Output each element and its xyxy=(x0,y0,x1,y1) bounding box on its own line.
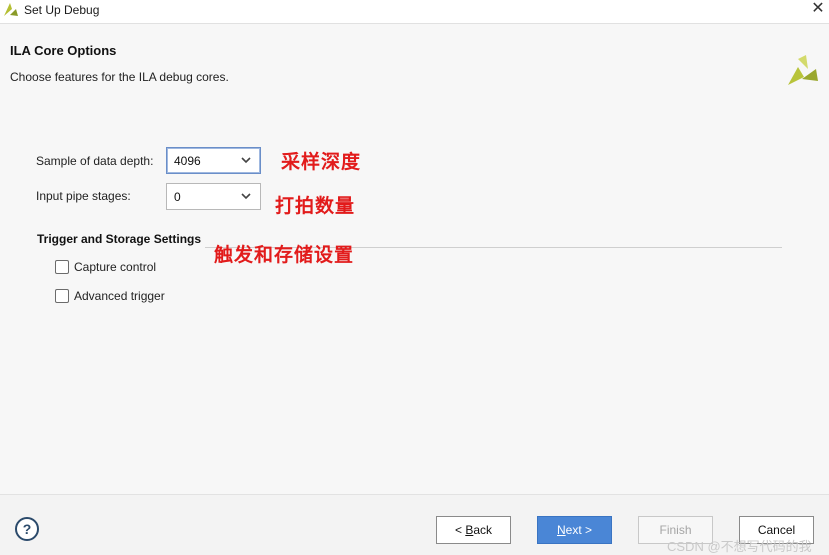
watermark: CSDN @不想写代码的我 xyxy=(667,539,812,554)
next-rest: ext > xyxy=(565,523,593,537)
xilinx-logo-icon xyxy=(786,55,820,90)
pipe-stages-label: Input pipe stages: xyxy=(36,189,131,203)
back-rest: ack xyxy=(473,523,493,537)
back-prefix: < xyxy=(454,523,466,537)
sample-depth-select[interactable]: 4096 xyxy=(166,147,261,174)
chevron-down-icon xyxy=(240,152,252,171)
advanced-trigger-label: Advanced trigger xyxy=(74,289,165,303)
back-button[interactable]: < Back xyxy=(436,516,511,544)
sample-depth-annotation: 采样深度 xyxy=(281,151,362,173)
page-title: ILA Core Options xyxy=(10,43,117,58)
checkbox-box[interactable] xyxy=(55,289,69,303)
page-subtitle: Choose features for the ILA debug cores. xyxy=(10,70,229,84)
pipe-stages-value: 0 xyxy=(174,190,181,204)
next-button[interactable]: Next > xyxy=(537,516,612,544)
close-icon[interactable]: ✕ xyxy=(808,0,828,20)
trigger-storage-section-title: Trigger and Storage Settings xyxy=(37,232,202,246)
vivado-app-icon xyxy=(2,1,20,22)
wizard-header: ILA Core Options Choose features for the… xyxy=(0,25,829,97)
help-icon[interactable]: ? xyxy=(15,517,39,541)
capture-control-label: Capture control xyxy=(74,260,157,274)
chevron-down-icon xyxy=(240,188,252,207)
sample-depth-label: Sample of data depth: xyxy=(36,154,154,168)
next-mnemonic: N xyxy=(556,523,566,537)
pipe-stages-annotation: 打拍数量 xyxy=(275,195,356,217)
title-bar: Set Up Debug ✕ xyxy=(0,0,829,24)
checkbox-box[interactable] xyxy=(55,260,69,274)
trigger-annotation: 触发和存储设置 xyxy=(214,244,355,266)
pipe-stages-select[interactable]: 0 xyxy=(166,183,261,210)
sample-depth-value: 4096 xyxy=(174,154,201,168)
window-title: Set Up Debug xyxy=(24,3,100,17)
